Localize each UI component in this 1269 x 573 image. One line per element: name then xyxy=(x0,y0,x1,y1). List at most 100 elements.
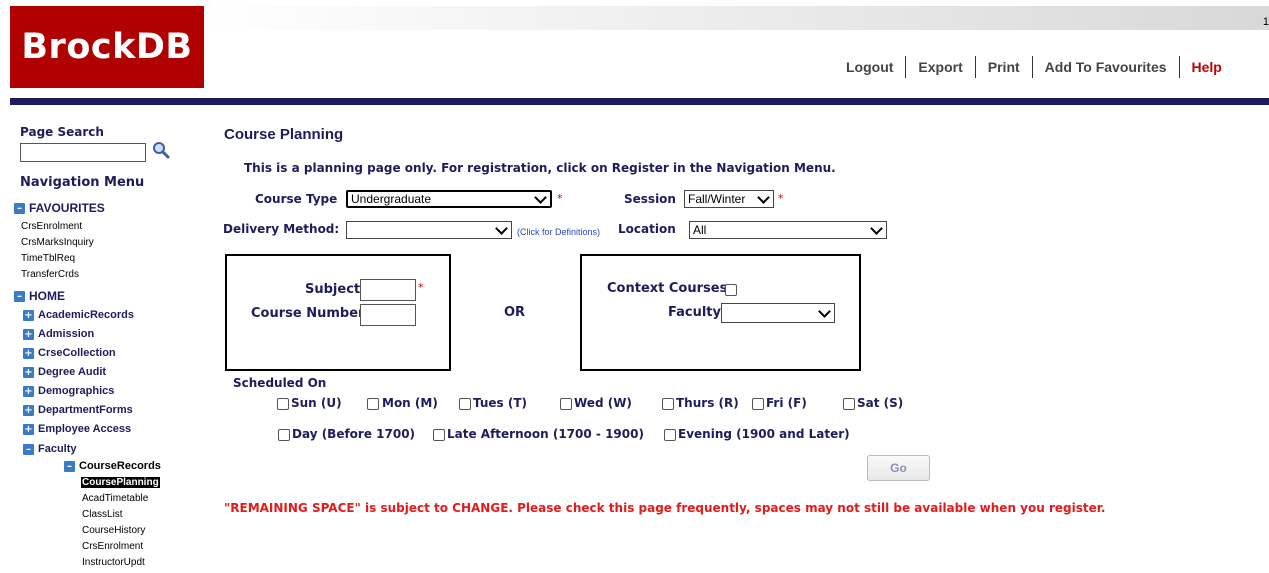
sub-link-acadtimetable[interactable]: AcadTimetable xyxy=(82,493,148,504)
collapse-icon[interactable]: – xyxy=(23,443,34,455)
collapse-icon[interactable]: – xyxy=(14,202,25,214)
favourites-node[interactable]: – FAVOURITES xyxy=(14,201,105,215)
fav-link-crsmarksinquiry[interactable]: CrsMarksInquiry xyxy=(21,237,94,248)
tree-item-admission[interactable]: + Admission xyxy=(23,328,94,340)
expand-icon[interactable]: + xyxy=(23,366,34,378)
tree-item-label: CrseCollection xyxy=(38,347,116,359)
expand-icon[interactable]: + xyxy=(23,423,34,435)
chevron-down-icon xyxy=(534,190,547,204)
session-label: Session xyxy=(624,192,676,206)
session-value: Fall/Winter xyxy=(688,192,746,206)
required-mark: * xyxy=(418,281,424,294)
expand-icon[interactable]: + xyxy=(23,309,34,321)
course-type-select[interactable]: Undergraduate xyxy=(346,190,552,208)
session-select[interactable]: Fall/Winter xyxy=(684,190,774,208)
search-icon[interactable] xyxy=(151,140,171,160)
tree-item-label: Employee Access xyxy=(38,423,132,435)
required-mark: * xyxy=(778,192,784,205)
top-bar: 1 xyxy=(204,6,1269,30)
course-number-label: Course Number xyxy=(251,306,365,321)
tree-item-label: DepartmentForms xyxy=(38,404,133,416)
collapse-icon[interactable]: – xyxy=(64,460,75,472)
tree-item-label: Demographics xyxy=(38,385,115,397)
expand-icon[interactable]: + xyxy=(23,404,34,416)
fav-link-timetblreq[interactable]: TimeTblReq xyxy=(21,253,75,264)
faculty-select[interactable] xyxy=(721,303,835,323)
day-label-sat: Sat (S) xyxy=(857,396,904,410)
time-checkbox-evening[interactable] xyxy=(664,429,676,441)
tree-item-label: Faculty xyxy=(38,443,77,455)
day-label-wed: Wed (W) xyxy=(574,396,632,410)
tree-item-label: CourseRecords xyxy=(79,460,161,472)
export-link[interactable]: Export xyxy=(906,59,974,75)
logout-link[interactable]: Logout xyxy=(834,59,905,75)
time-label-late-afternoon: Late Afternoon (1700 - 1900) xyxy=(447,427,644,441)
tree-item-courserecords[interactable]: – CourseRecords xyxy=(64,460,161,472)
fav-link-crsenrolment[interactable]: CrsEnrolment xyxy=(21,221,82,232)
corner-number: 1 xyxy=(1262,16,1269,28)
tree-item-demographics[interactable]: + Demographics xyxy=(23,385,114,397)
expand-icon[interactable]: + xyxy=(23,328,34,340)
definitions-link[interactable]: (Click for Definitions) xyxy=(517,227,600,237)
course-type-label: Course Type xyxy=(255,192,338,206)
context-courses-label: Context Courses xyxy=(607,281,728,296)
brockdb-logo[interactable]: BrockDB xyxy=(10,6,204,88)
add-to-favourites-link[interactable]: Add To Favourites xyxy=(1033,59,1179,75)
tree-item-label: AcademicRecords xyxy=(38,309,134,321)
or-text: OR xyxy=(504,305,526,320)
day-checkbox-sat[interactable] xyxy=(843,398,855,410)
delivery-method-select[interactable] xyxy=(346,221,512,239)
tree-item-academicrecords[interactable]: + AcademicRecords xyxy=(23,309,134,321)
day-checkbox-wed[interactable] xyxy=(560,398,572,410)
remaining-space-warning: "REMAINING SPACE" is subject to CHANGE. … xyxy=(224,501,1106,515)
chevron-down-icon xyxy=(870,221,883,235)
collapse-icon[interactable]: – xyxy=(14,290,25,302)
time-label-day: Day (Before 1700) xyxy=(292,427,416,441)
go-button[interactable]: Go xyxy=(867,455,930,481)
day-checkbox-mon[interactable] xyxy=(367,398,379,410)
location-value: All xyxy=(693,223,707,237)
page-title: Course Planning xyxy=(224,126,344,143)
fav-link-transfercrds[interactable]: TransferCrds xyxy=(21,269,79,280)
chevron-down-icon xyxy=(757,190,770,204)
tree-item-employee-access[interactable]: + Employee Access xyxy=(23,423,131,435)
day-label-fri: Fri (F) xyxy=(766,396,807,410)
navigation-menu-label: Navigation Menu xyxy=(20,175,145,190)
subject-input[interactable] xyxy=(360,279,416,301)
time-label-evening: Evening (1900 and Later) xyxy=(678,427,850,441)
location-select[interactable]: All xyxy=(689,221,887,239)
time-checkbox-day[interactable] xyxy=(278,429,290,441)
context-courses-checkbox[interactable] xyxy=(725,284,737,296)
location-label: Location xyxy=(618,222,676,236)
tree-item-faculty[interactable]: – Faculty xyxy=(23,443,77,455)
sub-link-courseplanning[interactable]: CoursePlanning xyxy=(81,477,160,488)
expand-icon[interactable]: + xyxy=(23,385,34,397)
tree-item-degree-audit[interactable]: + Degree Audit xyxy=(23,366,106,378)
sub-link-crsenrolment[interactable]: CrsEnrolment xyxy=(82,541,143,552)
chevron-down-icon xyxy=(818,304,831,318)
sub-link-instructorupdt[interactable]: InstructorUpdt xyxy=(82,557,145,568)
home-node[interactable]: – HOME xyxy=(14,289,65,303)
day-checkbox-thurs[interactable] xyxy=(662,398,674,410)
course-number-input[interactable] xyxy=(360,304,416,326)
day-label-tues: Tues (T) xyxy=(473,396,528,410)
expand-icon[interactable]: + xyxy=(23,347,34,359)
sub-link-classlist[interactable]: ClassList xyxy=(82,509,123,520)
print-link[interactable]: Print xyxy=(976,59,1032,75)
header-divider xyxy=(10,98,1269,105)
page-search-input[interactable] xyxy=(20,143,146,162)
help-link[interactable]: Help xyxy=(1180,59,1234,75)
required-mark: * xyxy=(557,192,563,205)
time-checkbox-late-afternoon[interactable] xyxy=(433,429,445,441)
page-search-label: Page Search xyxy=(20,125,104,139)
day-checkbox-sun[interactable] xyxy=(277,398,289,410)
logo-text: BrockDB xyxy=(21,27,193,67)
tree-item-crsecollection[interactable]: + CrseCollection xyxy=(23,347,116,359)
delivery-method-label: Delivery Method: xyxy=(223,222,340,236)
tree-item-departmentforms[interactable]: + DepartmentForms xyxy=(23,404,133,416)
favourites-label: FAVOURITES xyxy=(29,201,105,215)
day-checkbox-tues[interactable] xyxy=(459,398,471,410)
day-label-thurs: Thurs (R) xyxy=(676,396,739,410)
day-checkbox-fri[interactable] xyxy=(752,398,764,410)
sub-link-coursehistory[interactable]: CourseHistory xyxy=(82,525,145,536)
